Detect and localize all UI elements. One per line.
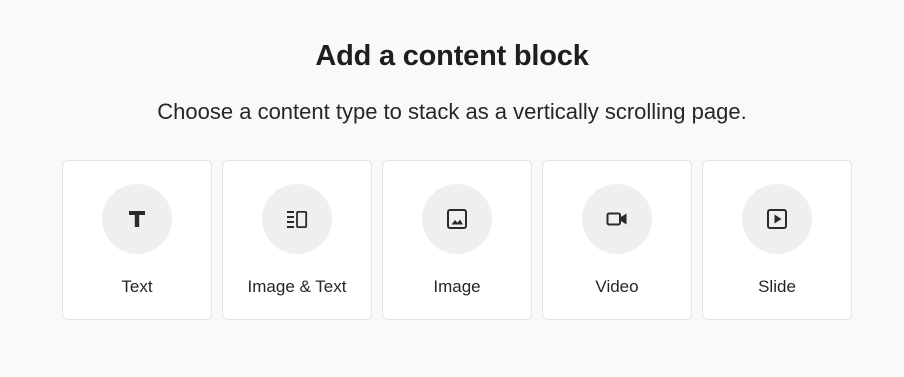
video-block-option[interactable]: Video xyxy=(542,160,692,320)
video-block-label: Video xyxy=(595,277,639,296)
image-text-block-option[interactable]: Image & Text xyxy=(222,160,372,320)
video-icon xyxy=(582,184,652,254)
text-icon xyxy=(102,184,172,254)
slide-icon xyxy=(742,184,812,254)
text-block-option[interactable]: Text xyxy=(62,160,212,320)
page-subtitle: Choose a content type to stack as a vert… xyxy=(157,99,747,124)
text-block-label: Text xyxy=(121,277,153,296)
image-text-block-label: Image & Text xyxy=(247,277,347,296)
content-block-options: Text Image & Text Image Video Slide xyxy=(62,160,852,320)
slide-block-option[interactable]: Slide xyxy=(702,160,852,320)
image-block-label: Image xyxy=(433,277,481,296)
image-block-option[interactable]: Image xyxy=(382,160,532,320)
page-title: Add a content block xyxy=(315,40,589,72)
slide-block-label: Slide xyxy=(758,277,796,296)
image-icon xyxy=(422,184,492,254)
image-text-icon xyxy=(262,184,332,254)
